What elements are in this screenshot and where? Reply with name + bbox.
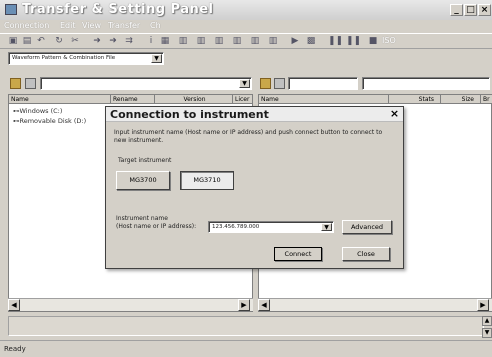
close-icon[interactable]: × [389,108,400,119]
save-icon[interactable]: ▣ [8,36,18,46]
dialog-instruction: Input instrument name (Host name or IP a… [114,129,383,144]
waveform-icon[interactable]: ▥ [232,36,242,46]
left-hscrollbar[interactable]: ◀ ▶ [8,298,253,311]
waveform-icon[interactable]: ▥ [178,36,188,46]
column-licer[interactable]: Licer [233,95,253,104]
menu-view[interactable]: View [82,21,101,30]
list-item[interactable]: ⊷Windows (C:) [13,107,62,115]
menu-bar: Connection Edit View Transfer Ch [0,20,492,32]
scroll-left-icon[interactable]: ◀ [8,299,20,311]
left-path-select[interactable]: ▼ [40,77,252,90]
folder-icon[interactable] [10,78,21,89]
menu-transfer[interactable]: Transfer [108,21,140,30]
list-item[interactable]: ⊷Removable Disk (D:) [13,117,86,125]
app-icon [5,4,17,15]
toolbar-end-label: ISO [382,36,396,45]
chevron-down-icon[interactable]: ▼ [239,79,250,88]
left-pane-toolbar: ▼ [8,76,252,92]
toolbar: ▣ ▤ ↶ ↻ ✂ ➜ ➜ ⇉ ⅰ ▦ ▥ ▥ ▥ ▥ ▥ ▥ ▶ ▩ ❚❚ ❚… [0,33,492,49]
status-bar: Ready [0,340,492,357]
dot-icon[interactable]: ■ [368,36,378,46]
file-type-select[interactable]: Waveform Pattern & Combination File ▼ [8,52,164,65]
menu-ch[interactable]: Ch [150,21,161,30]
connection-dialog: Connection to instrument × Input instrum… [105,106,404,269]
instrument-name-label: Instrument name [116,215,168,222]
transfer-left-icon[interactable]: ➜ [108,36,118,46]
column-stats[interactable]: Stats [389,95,441,104]
play-icon[interactable]: ▶ [290,36,300,46]
dialog-title: Connection to instrument [110,108,269,121]
scroll-right-icon[interactable]: ▶ [477,299,489,311]
scroll-up-icon[interactable]: ▲ [482,316,492,326]
scroll-left-icon[interactable]: ◀ [258,299,270,311]
waveform-icon[interactable]: ▥ [268,36,278,46]
waveform-icon[interactable]: ▥ [250,36,260,46]
right-pane-toolbar [258,76,492,92]
scroll-right-icon[interactable]: ▶ [238,299,250,311]
right-path-select[interactable] [362,77,490,90]
connect-button[interactable]: Connect [274,247,322,261]
pause-icon[interactable]: ❚❚ [346,36,361,46]
stop-icon[interactable]: ▩ [306,36,316,46]
dialog-title-bar: Connection to instrument × [106,107,403,122]
window-title: Transfer & Setting Panel [22,2,214,17]
progress-bar [8,316,484,336]
chevron-down-icon[interactable]: ▼ [321,223,332,231]
maximize-button[interactable]: □ [464,4,477,16]
host-name-label: (Host name or IP address): [116,223,197,230]
waveform-icon[interactable]: ▥ [214,36,224,46]
menu-edit[interactable]: Edit [60,21,76,30]
pause-icon[interactable]: ❚❚ [328,36,343,46]
folder-icon[interactable] [260,78,271,89]
grid-icon[interactable]: ▦ [160,36,170,46]
advanced-button[interactable]: Advanced [342,220,392,234]
column-size[interactable]: Size [441,95,481,104]
close-button[interactable]: × [478,4,491,16]
right-path-field[interactable] [288,77,358,90]
scroll-down-icon[interactable]: ▼ [482,328,492,338]
waveform-icon[interactable]: ▥ [196,36,206,46]
address-value: 123.456.789.000 [212,224,260,230]
close-dialog-button[interactable]: Close [342,247,390,261]
undo-icon[interactable]: ↶ [36,36,46,46]
column-rename[interactable]: Rename [111,95,155,104]
status-text: Ready [4,345,26,353]
column-name[interactable]: Name [259,95,389,104]
target-instrument-label: Target instrument [118,157,172,164]
column-version[interactable]: Version [155,95,233,104]
column-br[interactable]: Br [481,95,492,104]
chevron-down-icon[interactable]: ▼ [151,54,162,63]
menu-connection[interactable]: Connection [4,21,49,30]
grid-view-icon[interactable] [274,78,285,89]
title-bar: Transfer & Setting Panel _ □ × [0,0,492,20]
instrument-mg3700-button[interactable]: MG3700 [116,171,170,190]
grid-view-icon[interactable] [25,78,36,89]
send-icon[interactable]: ⇉ [124,36,134,46]
file-type-value: Waveform Pattern & Combination File [12,55,116,61]
open-icon[interactable]: ▤ [22,36,32,46]
refresh-icon[interactable]: ↻ [54,36,64,46]
right-hscrollbar[interactable]: ◀ ▶ [258,298,492,311]
transfer-right-icon[interactable]: ➜ [92,36,102,46]
minimize-button[interactable]: _ [450,4,463,16]
cut-icon[interactable]: ✂ [70,36,80,46]
column-name[interactable]: Name [9,95,111,104]
instrument-mg3710-button[interactable]: MG3710 [180,171,234,190]
address-combobox[interactable]: 123.456.789.000 ▼ [208,221,334,233]
info-icon[interactable]: ⅰ [146,36,156,46]
